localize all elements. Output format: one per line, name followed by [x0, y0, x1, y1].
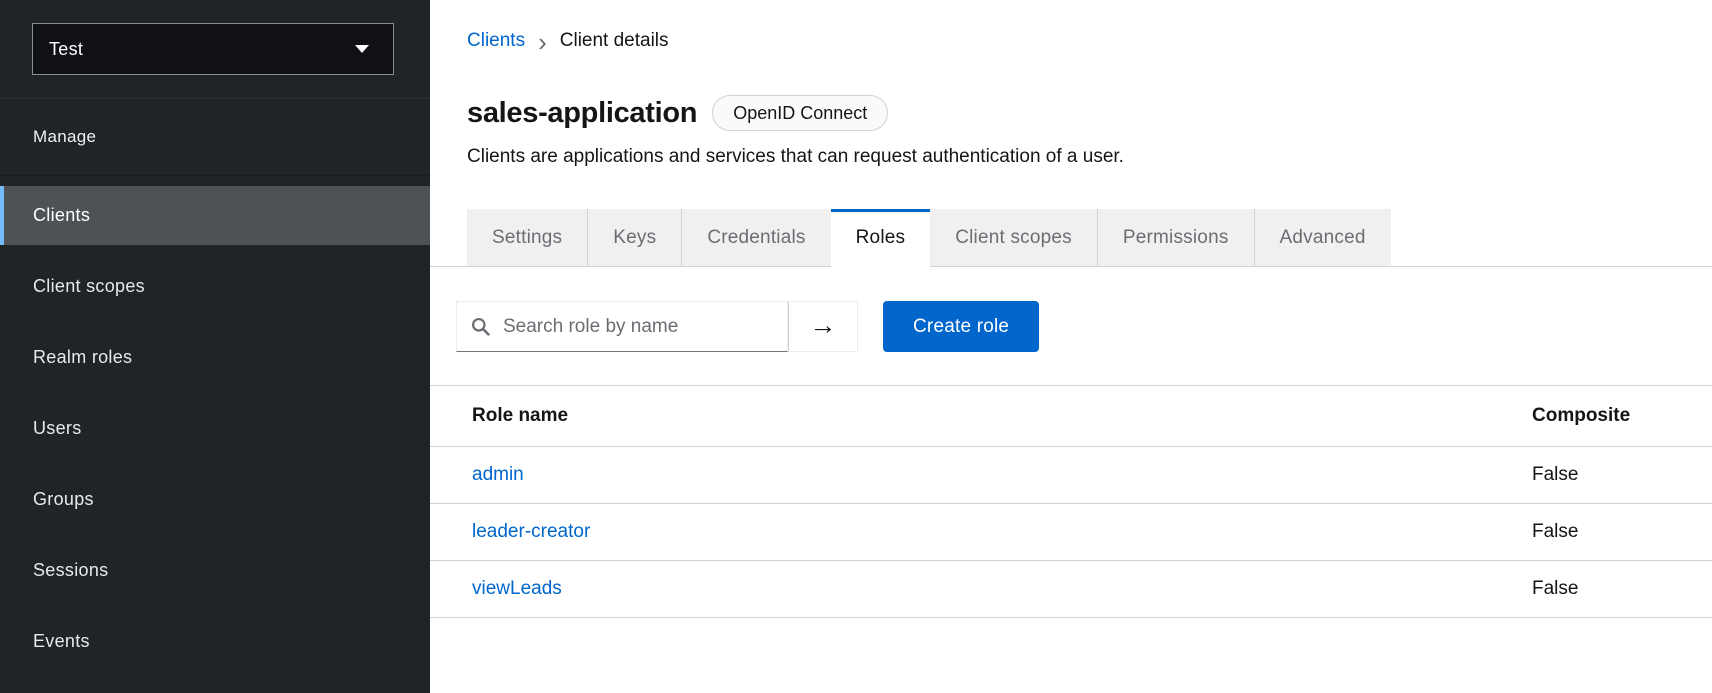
search-submit-button[interactable]: → [788, 301, 858, 352]
sidebar-section-manage: Manage [0, 99, 430, 176]
composite-value: False [1532, 464, 1578, 485]
sidebar-item-clients[interactable]: Clients [0, 180, 430, 251]
breadcrumb-current: Client details [560, 30, 669, 52]
breadcrumb-separator-icon: › [538, 31, 547, 51]
page-description: Clients are applications and services th… [467, 146, 1712, 168]
roles-table: Role name Composite adminFalseleader-cre… [430, 385, 1712, 618]
sidebar-item-label: Groups [0, 470, 430, 529]
roles-toolbar: → Create role [456, 301, 1712, 352]
tab-bar: SettingsKeysCredentialsRolesClient scope… [430, 209, 1712, 267]
table-row: viewLeads False [430, 561, 1712, 618]
composite-value: False [1532, 578, 1578, 599]
sidebar-item-events[interactable]: Events [0, 606, 430, 677]
breadcrumb-link-clients[interactable]: Clients [467, 30, 525, 52]
create-role-button[interactable]: Create role [883, 301, 1039, 352]
column-header-role-name: Role name [430, 405, 1532, 427]
tab-roles[interactable]: Roles [831, 209, 931, 267]
tab-spacer [430, 209, 467, 267]
sidebar-item-label: Users [0, 399, 430, 458]
tab-keys[interactable]: Keys [587, 209, 681, 267]
sidebar-item-realm-roles[interactable]: Realm roles [0, 322, 430, 393]
sidebar-item-label: Sessions [0, 541, 430, 600]
sidebar: Test Manage Clients Client scopes Realm ro… [0, 0, 430, 693]
realm-name: Test [49, 39, 83, 60]
table-header-row: Role name Composite [430, 385, 1712, 447]
search-icon [471, 317, 490, 336]
sidebar-item-label: Realm roles [0, 328, 430, 387]
role-link[interactable]: leader-creator [472, 521, 590, 542]
tab-settings[interactable]: Settings [467, 209, 587, 267]
sidebar-item-client-scopes[interactable]: Client scopes [0, 251, 430, 322]
tab-credentials[interactable]: Credentials [681, 209, 830, 267]
sidebar-item-label: Events [0, 612, 430, 671]
table-body: admin False leader-creator False viewLeads Fa… [430, 447, 1712, 618]
realm-selector-area: Test [0, 0, 430, 99]
role-link[interactable]: viewLeads [472, 578, 562, 599]
tab-advanced[interactable]: Advanced [1254, 209, 1391, 267]
table-row: admin False [430, 447, 1712, 504]
column-header-composite: Composite [1532, 405, 1712, 427]
page-header: sales-application OpenID Connect [467, 95, 1712, 131]
search-input[interactable] [503, 316, 787, 338]
realm-switcher[interactable]: Test [32, 23, 394, 75]
role-link[interactable]: admin [472, 464, 524, 485]
breadcrumb: Clients › Client details [467, 0, 1712, 52]
sidebar-item-groups[interactable]: Groups [0, 464, 430, 535]
tab-spacer [1391, 209, 1712, 267]
sidebar-item-label: Clients [0, 186, 430, 245]
sidebar-item-sessions[interactable]: Sessions [0, 535, 430, 606]
main-content: Clients › Client details sales-application… [430, 0, 1712, 693]
search-field [456, 301, 788, 352]
page-title: sales-application [467, 97, 697, 130]
tab-client-scopes[interactable]: Client scopes [930, 209, 1097, 267]
table-row: leader-creator False [430, 504, 1712, 561]
sidebar-nav-list: Clients Client scopes Realm roles Users Grou… [0, 176, 430, 677]
composite-value: False [1532, 521, 1578, 542]
arrow-right-icon: → [810, 312, 837, 342]
sidebar-item-label: Client scopes [0, 257, 430, 316]
sidebar-item-users[interactable]: Users [0, 393, 430, 464]
search-group: → [456, 301, 858, 352]
sidebar-section-label: Manage [33, 127, 96, 147]
chevron-down-icon [355, 45, 369, 53]
tab-permissions[interactable]: Permissions [1097, 209, 1254, 267]
client-type-badge: OpenID Connect [712, 95, 888, 131]
